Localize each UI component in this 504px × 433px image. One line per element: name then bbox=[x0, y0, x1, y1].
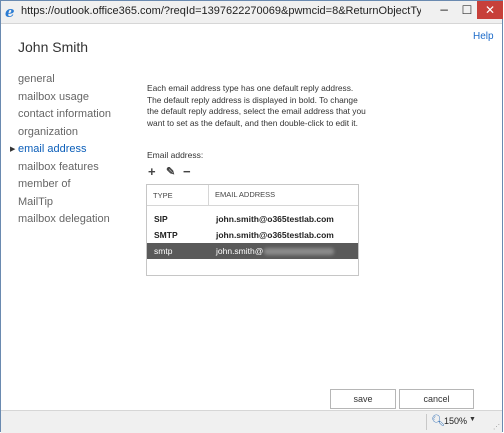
table-row[interactable]: SIP john.smith@o365testlab.com bbox=[147, 211, 358, 227]
zoom-level[interactable]: 150% bbox=[444, 416, 467, 426]
help-link[interactable]: Help bbox=[473, 31, 494, 42]
browser-window: e https://outlook.office365.com/?reqId=1… bbox=[0, 0, 503, 433]
email-address-label: Email address: bbox=[147, 150, 204, 160]
status-bar: 🔍︎ 150% ▼ ⋰ bbox=[1, 410, 502, 433]
zoom-dropdown-icon[interactable]: ▼ bbox=[469, 416, 476, 423]
row-type: SMTP bbox=[154, 230, 178, 240]
sidebar-item-general[interactable]: general bbox=[18, 71, 111, 89]
sidebar-item-mailbox-usage[interactable]: mailbox usage bbox=[18, 89, 111, 107]
address-url[interactable]: https://outlook.office365.com/?reqId=139… bbox=[21, 5, 421, 17]
close-button[interactable]: ✕ bbox=[477, 1, 503, 19]
sidebar-item-label: mailbox features bbox=[18, 160, 99, 173]
sidebar-item-label: MailTip bbox=[18, 195, 54, 208]
row-type: smtp bbox=[154, 246, 173, 256]
sidebar-item-label: mailbox delegation bbox=[18, 213, 110, 225]
sidebar-item-label: organization bbox=[18, 125, 78, 138]
table-header: TYPE EMAIL ADDRESS bbox=[147, 185, 358, 206]
sidebar-item-label: member of bbox=[18, 178, 71, 190]
status-divider bbox=[426, 414, 427, 430]
sidebar-item-mailbox-features[interactable]: mailbox features bbox=[18, 159, 111, 177]
sidebar-item-email-address[interactable]: ▶ email address bbox=[10, 141, 111, 159]
redaction-blur bbox=[264, 248, 335, 256]
internet-explorer-icon: e bbox=[5, 3, 15, 21]
row-type: SIP bbox=[154, 214, 168, 224]
sidebar-item-label: email address bbox=[18, 143, 87, 155]
column-header-type[interactable]: TYPE bbox=[153, 191, 173, 200]
row-email-redacted: john.smith@ bbox=[216, 243, 335, 259]
resize-grip-icon[interactable]: ⋰ bbox=[493, 423, 500, 431]
sidebar-item-contact-information[interactable]: contact information bbox=[18, 106, 111, 124]
sidebar-item-member-of[interactable]: member of bbox=[18, 176, 111, 194]
table-row-selected[interactable]: smtp john.smith@ bbox=[147, 243, 358, 259]
zoom-icon[interactable]: 🔍︎ bbox=[431, 414, 445, 427]
sidebar-item-mailtip[interactable]: MailTip bbox=[18, 194, 111, 212]
row-email: john.smith@o365testlab.com bbox=[216, 214, 334, 224]
sidebar-item-organization[interactable]: organization bbox=[18, 124, 111, 142]
row-email-visible: john.smith@ bbox=[216, 246, 264, 256]
sidebar-item-label: general bbox=[18, 73, 55, 85]
sidebar-item-label: contact information bbox=[18, 108, 111, 120]
sidebar-item-label: mailbox usage bbox=[18, 90, 89, 103]
sidebar-nav: general mailbox usage contact informatio… bbox=[10, 71, 111, 229]
column-header-email[interactable]: EMAIL ADDRESS bbox=[208, 185, 275, 205]
active-arrow-icon: ▶ bbox=[10, 146, 16, 153]
row-email: john.smith@o365testlab.com bbox=[216, 230, 334, 240]
remove-icon[interactable]: − bbox=[183, 164, 191, 180]
email-address-table: TYPE EMAIL ADDRESS SIP john.smith@o365te… bbox=[146, 184, 359, 276]
save-button[interactable]: save bbox=[330, 389, 396, 409]
cancel-button[interactable]: cancel bbox=[399, 389, 474, 409]
title-bar: e https://outlook.office365.com/?reqId=1… bbox=[1, 1, 503, 24]
sidebar-item-mailbox-delegation[interactable]: mailbox delegation bbox=[18, 211, 111, 229]
table-row[interactable]: SMTP john.smith@o365testlab.com bbox=[147, 227, 358, 243]
page-title: John Smith bbox=[18, 39, 89, 55]
description-text: Each email address type has one default … bbox=[147, 83, 366, 129]
edit-icon[interactable]: ✎ bbox=[166, 164, 175, 180]
add-icon[interactable]: + bbox=[148, 164, 156, 180]
